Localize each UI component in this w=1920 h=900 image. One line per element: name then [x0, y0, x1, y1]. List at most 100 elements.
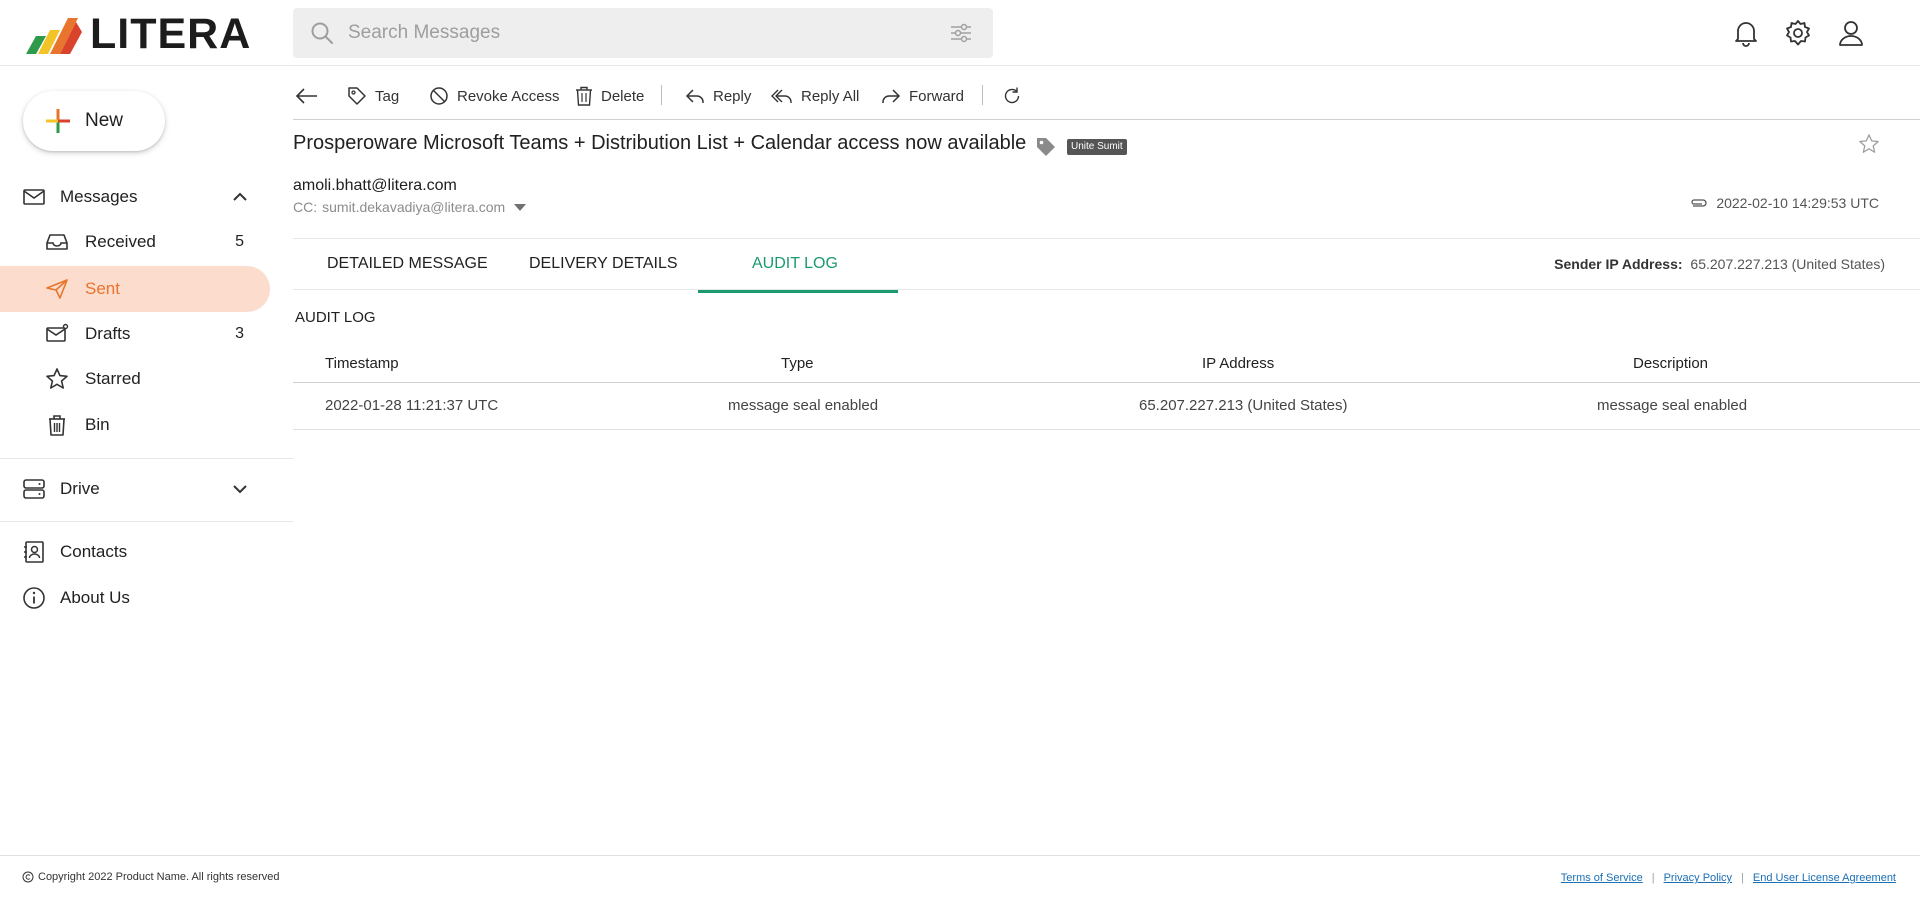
send-icon	[46, 279, 68, 299]
gear-icon	[1786, 20, 1810, 46]
sidebar-divider	[0, 458, 293, 459]
sidebar-item-received[interactable]: Received 5	[0, 219, 270, 265]
cell-timestamp: 2022-01-28 11:21:37 UTC	[325, 397, 499, 414]
delete-label: Delete	[601, 87, 645, 105]
star-icon	[46, 368, 68, 389]
mail-icon	[23, 189, 45, 205]
sidebar-drive[interactable]: Drive	[0, 466, 270, 512]
refresh-button[interactable]	[1002, 84, 1030, 108]
chevron-down-icon[interactable]	[230, 479, 250, 499]
chevron-up-icon[interactable]	[230, 187, 250, 207]
sidebar-about[interactable]: About Us	[0, 575, 270, 621]
tag-label: Tag	[375, 87, 400, 105]
revoke-access-label: Revoke Access	[457, 87, 560, 105]
sidebar-divider	[0, 521, 293, 522]
refresh-icon	[1004, 87, 1020, 104]
terms-of-service-link[interactable]: Terms of Service	[1561, 872, 1643, 884]
column-header-ip-address[interactable]: IP Address	[1202, 355, 1274, 372]
litera-logo-icon	[26, 18, 82, 54]
tag-icon[interactable]	[1036, 137, 1056, 157]
sidebar-contacts-label: Contacts	[60, 542, 128, 561]
delete-button[interactable]: Delete	[575, 84, 644, 108]
copyright: Copyright 2022 Product Name. All rights …	[22, 871, 280, 883]
copyright-text: Copyright 2022 Product Name. All rights …	[38, 871, 280, 883]
drive-icon	[23, 479, 45, 499]
forward-icon	[882, 89, 901, 103]
footer-links: Terms of Service | Privacy Policy | End …	[1561, 872, 1896, 884]
drafts-count: 3	[235, 325, 244, 342]
sidebar-drive-label: Drive	[60, 479, 100, 498]
tag-button[interactable]: Tag	[347, 84, 399, 108]
sidebar-item-sent[interactable]: Sent	[0, 266, 270, 312]
column-header-timestamp[interactable]: Timestamp	[325, 355, 399, 372]
tabs-divider	[293, 238, 1920, 239]
tab-delivery-details[interactable]: DELIVERY DETAILS	[529, 255, 678, 273]
notifications-button[interactable]	[1731, 18, 1761, 48]
logo-text: LITERA	[90, 10, 252, 58]
sidebar-item-label: Bin	[85, 415, 110, 434]
tag-badge[interactable]: Unite Sumit	[1067, 139, 1127, 155]
sidebar-item-label: Drafts	[85, 324, 131, 343]
search-icon	[311, 22, 333, 44]
sidebar-about-label: About Us	[60, 588, 130, 607]
cell-ip-address: 65.207.227.213 (United States)	[1139, 397, 1348, 414]
contacts-icon	[24, 541, 44, 563]
copyright-icon	[22, 871, 34, 883]
sidebar-item-label: Received	[85, 232, 156, 251]
forward-label: Forward	[909, 87, 965, 105]
draft-mail-icon	[46, 323, 69, 342]
column-header-description[interactable]: Description	[1633, 355, 1708, 372]
link-separator: |	[1741, 872, 1744, 884]
reply-all-icon	[771, 89, 792, 103]
message-subject: Prosperoware Microsoft Teams + Distribut…	[293, 132, 1027, 154]
eula-link[interactable]: End User License Agreement	[1753, 872, 1896, 884]
reply-all-button[interactable]: Reply All	[771, 84, 859, 108]
privacy-policy-link[interactable]: Privacy Policy	[1664, 872, 1732, 884]
star-icon[interactable]	[1858, 133, 1880, 155]
cc-email: sumit.dekavadiya@litera.com	[322, 199, 506, 215]
cell-type: message seal enabled	[728, 397, 879, 414]
filter-icon[interactable]	[949, 21, 973, 45]
sidebar-messages-label: Messages	[60, 187, 138, 206]
search-bar[interactable]	[293, 8, 993, 58]
sender-ip-value: 65.207.227.213 (United States)	[1690, 256, 1885, 272]
attachment-icon	[1691, 199, 1707, 207]
account-button[interactable]	[1836, 18, 1866, 48]
active-tab-indicator	[698, 290, 898, 293]
search-input[interactable]	[348, 22, 928, 44]
column-header-type[interactable]: Type	[781, 355, 814, 372]
table-header-divider	[293, 382, 1920, 383]
forward-button[interactable]: Forward	[881, 84, 964, 108]
reply-button[interactable]: Reply	[685, 84, 751, 108]
sidebar-item-drafts[interactable]: Drafts 3	[0, 311, 270, 357]
audit-log-title: AUDIT LOG	[295, 309, 376, 326]
caret-down-icon[interactable]	[513, 202, 527, 212]
arrow-left-icon	[295, 88, 317, 104]
reply-all-label: Reply All	[801, 87, 860, 105]
inbox-icon	[46, 234, 68, 250]
trash-icon	[576, 86, 592, 106]
settings-button[interactable]	[1783, 18, 1813, 48]
revoke-access-button[interactable]: Revoke Access	[429, 84, 560, 108]
sidebar-contacts[interactable]: Contacts	[0, 529, 270, 575]
cc-line: CC: sumit.dekavadiya@litera.com	[293, 199, 527, 215]
new-message-button[interactable]: New	[23, 91, 165, 151]
sidebar-item-starred[interactable]: Starred	[0, 356, 270, 402]
litera-logo[interactable]: LITERA	[24, 10, 252, 58]
unread-count: 5	[235, 233, 244, 250]
sender-ip-label: Sender IP Address:	[1554, 256, 1683, 272]
reply-label: Reply	[713, 87, 752, 105]
sender-email: amoli.bhatt@litera.com	[293, 177, 457, 194]
message-toolbar: Tag Revoke Access Delete Reply Reply All…	[293, 76, 1920, 120]
tab-detailed-message[interactable]: DETAILED MESSAGE	[327, 255, 488, 273]
message-date: 2022-02-10 14:29:53 UTC	[1689, 195, 1879, 211]
app-header: LITERA	[0, 0, 1920, 66]
toolbar-separator	[982, 85, 983, 105]
cell-description: message seal enabled	[1597, 397, 1748, 414]
sidebar-messages[interactable]: Messages	[0, 174, 270, 220]
tab-audit-log[interactable]: AUDIT LOG	[752, 255, 838, 273]
footer: Copyright 2022 Product Name. All rights …	[0, 855, 1920, 900]
sidebar-item-bin[interactable]: Bin	[0, 402, 270, 448]
back-button[interactable]	[295, 84, 327, 108]
user-icon	[1839, 21, 1863, 46]
